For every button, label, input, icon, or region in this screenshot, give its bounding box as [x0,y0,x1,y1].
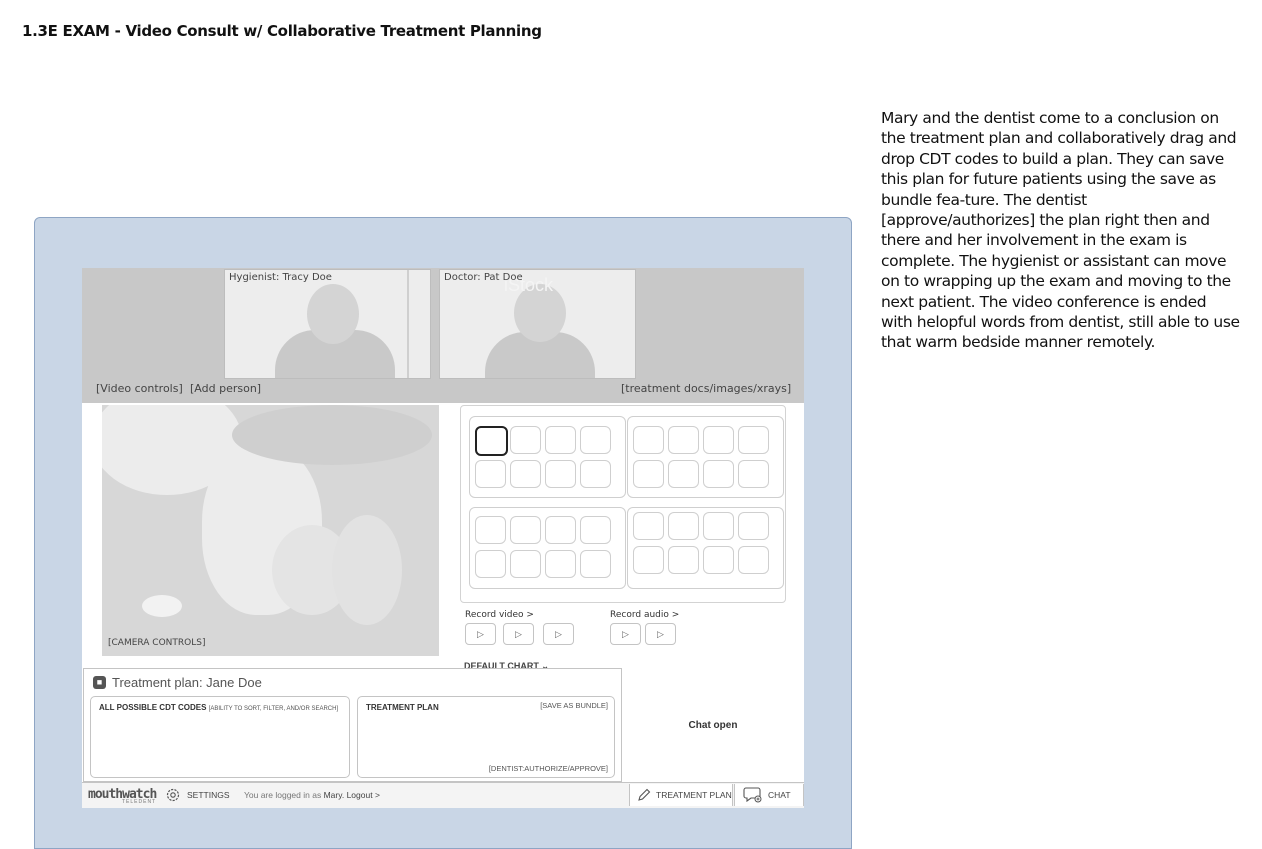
app-screen: Hygienist: Tracy Doe iStock Doctor: Pat … [82,268,804,808]
chart-quadrant-upper-right [469,416,626,498]
user-name: Mary. [323,790,345,800]
tooth-cell[interactable] [703,426,734,454]
hygienist-label: Hygienist: Tracy Doe [229,272,332,283]
dental-chart [460,405,786,603]
tooth-icon: ■ [93,676,106,689]
tooth-cell[interactable] [703,460,734,488]
all-cdt-codes-label: ALL POSSIBLE CDT CODES [99,703,207,712]
logout-link[interactable]: Logout > [347,790,380,800]
treatment-plan-title: Treatment plan: Jane Doe [112,675,262,690]
record-video-label[interactable]: Record video > [465,610,534,620]
logo-subtext: TELEDENT [122,799,157,805]
tooth-cell[interactable] [668,546,699,574]
login-status: You are logged in as Mary. Logout > [244,790,380,800]
light-reflection [142,595,182,617]
tooth-cell[interactable] [580,460,611,488]
play-video-button[interactable]: ▷ [465,623,496,645]
tooth-cell[interactable] [475,550,506,578]
hygienist-face [307,284,359,344]
tooth-cell[interactable] [738,512,769,540]
camera-controls-link[interactable]: [CAMERA CONTROLS] [108,638,205,648]
tooth-cell[interactable] [738,546,769,574]
tooth-cell[interactable] [510,460,541,488]
tooth-cell[interactable] [633,546,664,574]
video-controls-link[interactable]: [Video controls] [96,382,183,395]
tooth-cell[interactable] [738,426,769,454]
play-audio-button[interactable]: ▷ [645,623,676,645]
tooth-cell[interactable] [545,550,576,578]
chart-quadrant-lower-right [469,507,626,589]
tooth-cell[interactable] [703,546,734,574]
save-as-bundle-link[interactable]: [SAVE AS BUNDLE] [540,701,608,710]
chat-panel: Chat open [622,668,804,780]
treatment-plan-box[interactable]: TREATMENT PLAN [SAVE AS BUNDLE] [DENTIST… [357,696,615,778]
chat-status: Chat open [688,720,738,731]
dentist-authorize-link[interactable]: [DENTIST:AUTHORIZE/APPROVE] [489,764,608,773]
page-title: 1.3E EXAM - Video Consult w/ Collaborati… [22,22,542,40]
gum-shape [232,405,432,465]
chart-quadrant-upper-left [627,416,784,498]
tooth-cell[interactable] [668,426,699,454]
add-person-link[interactable]: [Add person] [190,382,261,395]
treatment-plan-panel: ■ Treatment plan: Jane Doe ALL POSSIBLE … [83,668,622,782]
tooth-cell[interactable] [633,460,664,488]
tooth-cell[interactable] [703,512,734,540]
chat-icon [743,786,763,804]
doctor-video-feed[interactable]: iStock Doctor: Pat Doe [439,269,636,379]
tooth-cell[interactable] [580,516,611,544]
tooth-cell[interactable] [668,512,699,540]
treatment-docs-link[interactable]: [treatment docs/images/xrays] [621,382,791,395]
chat-button[interactable]: CHAT [734,784,804,806]
treatment-plan-button[interactable]: TREATMENT PLAN [629,784,733,806]
record-audio-label[interactable]: Record audio > [610,610,679,620]
logged-in-prefix: You are logged in as [244,790,322,800]
intraoral-camera-view[interactable]: [CAMERA CONTROLS] [102,405,439,656]
tooth-cell[interactable] [545,426,576,454]
tooth-cell[interactable] [580,550,611,578]
tooth-cell[interactable] [738,460,769,488]
play-video-button[interactable]: ▷ [503,623,534,645]
play-video-button[interactable]: ▷ [543,623,574,645]
gear-icon[interactable] [165,787,181,803]
tooth-cell[interactable] [510,516,541,544]
settings-link[interactable]: SETTINGS [187,790,230,800]
hygienist-video-feed[interactable]: Hygienist: Tracy Doe [224,269,431,379]
all-cdt-codes-title: ALL POSSIBLE CDT CODES [ABILITY TO SORT,… [99,703,338,712]
tooth-cell[interactable] [580,426,611,454]
tooth-cell[interactable] [510,550,541,578]
pencil-icon [636,787,652,803]
tooth-cell[interactable] [475,460,506,488]
tooth-shape [332,515,402,625]
tooth-cell[interactable] [633,426,664,454]
tooth-cell[interactable] [668,460,699,488]
all-cdt-codes-box[interactable]: ALL POSSIBLE CDT CODES [ABILITY TO SORT,… [90,696,350,778]
doctor-label: Doctor: Pat Doe [444,272,523,283]
footer-bar: mouthwatch TELEDENT SETTINGS You are log… [82,782,804,808]
feed-divider [407,270,409,378]
treatment-plan-box-title: TREATMENT PLAN [366,703,439,712]
sort-filter-search-note: [ABILITY TO SORT, FILTER, AND/OR SEARCH] [208,706,339,712]
chart-quadrant-lower-left [627,507,784,589]
video-bar: Hygienist: Tracy Doe iStock Doctor: Pat … [82,268,804,403]
treatment-plan-button-label: TREATMENT PLAN [656,790,732,800]
scenario-description: Mary and the dentist come to a conclusio… [881,109,1240,352]
tooth-cell[interactable] [475,426,508,456]
tooth-cell[interactable] [510,426,541,454]
tooth-cell[interactable] [545,460,576,488]
tooth-cell[interactable] [633,512,664,540]
tooth-cell[interactable] [475,516,506,544]
play-audio-button[interactable]: ▷ [610,623,641,645]
chat-button-label: CHAT [768,790,791,800]
tooth-cell[interactable] [545,516,576,544]
